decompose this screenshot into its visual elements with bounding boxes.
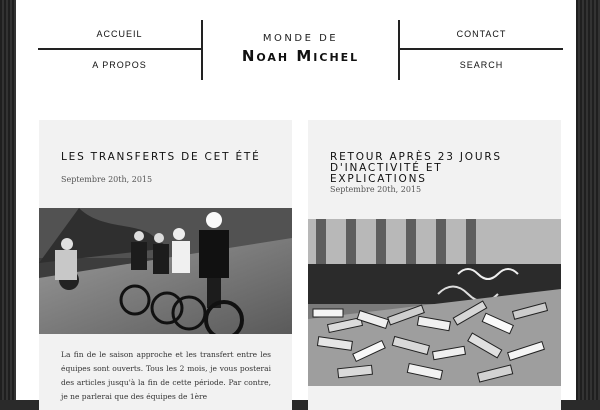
site-header: ACCUEIL A PROPOS MONDE DE Noah Michel CO… (16, 0, 576, 100)
post-card: Retour après 23 jours d'inactivité et ex… (308, 120, 561, 410)
books-photo (308, 219, 561, 386)
nav-right: CONTACT SEARCH (398, 20, 563, 80)
post-date: Septembre 20th, 2015 (61, 175, 153, 184)
post-card: Les transferts de cet été Septembre 20th… (39, 120, 292, 410)
post-image-cyclists[interactable] (39, 208, 292, 334)
nav-divider (38, 48, 201, 50)
nav-left: ACCUEIL A PROPOS (38, 20, 203, 80)
frame-border-right (576, 0, 600, 400)
logo-line-1: MONDE DE (262, 33, 339, 44)
post-title[interactable]: Retour après 23 jours d'inactivité et ex… (330, 152, 540, 185)
post-date: Septembre 20th, 2015 (330, 185, 422, 194)
nav-contact[interactable]: CONTACT (400, 29, 563, 39)
nav-divider (400, 48, 563, 50)
page: ACCUEIL A PROPOS MONDE DE Noah Michel CO… (16, 0, 576, 410)
frame-border-left (0, 0, 16, 400)
post-image-books[interactable] (308, 219, 561, 386)
site-logo[interactable]: MONDE DE Noah Michel (203, 33, 398, 65)
logo-line-2: Noah Michel (241, 47, 360, 65)
cyclists-photo (39, 208, 292, 334)
nav-a-propos[interactable]: A PROPOS (38, 60, 201, 70)
nav-accueil[interactable]: ACCUEIL (38, 29, 201, 39)
post-title[interactable]: Les transferts de cet été (61, 152, 271, 163)
post-grid: Les transferts de cet été Septembre 20th… (16, 100, 576, 410)
post-excerpt: La fin de le saison approche et les tran… (61, 350, 271, 401)
nav-search[interactable]: SEARCH (400, 60, 563, 70)
